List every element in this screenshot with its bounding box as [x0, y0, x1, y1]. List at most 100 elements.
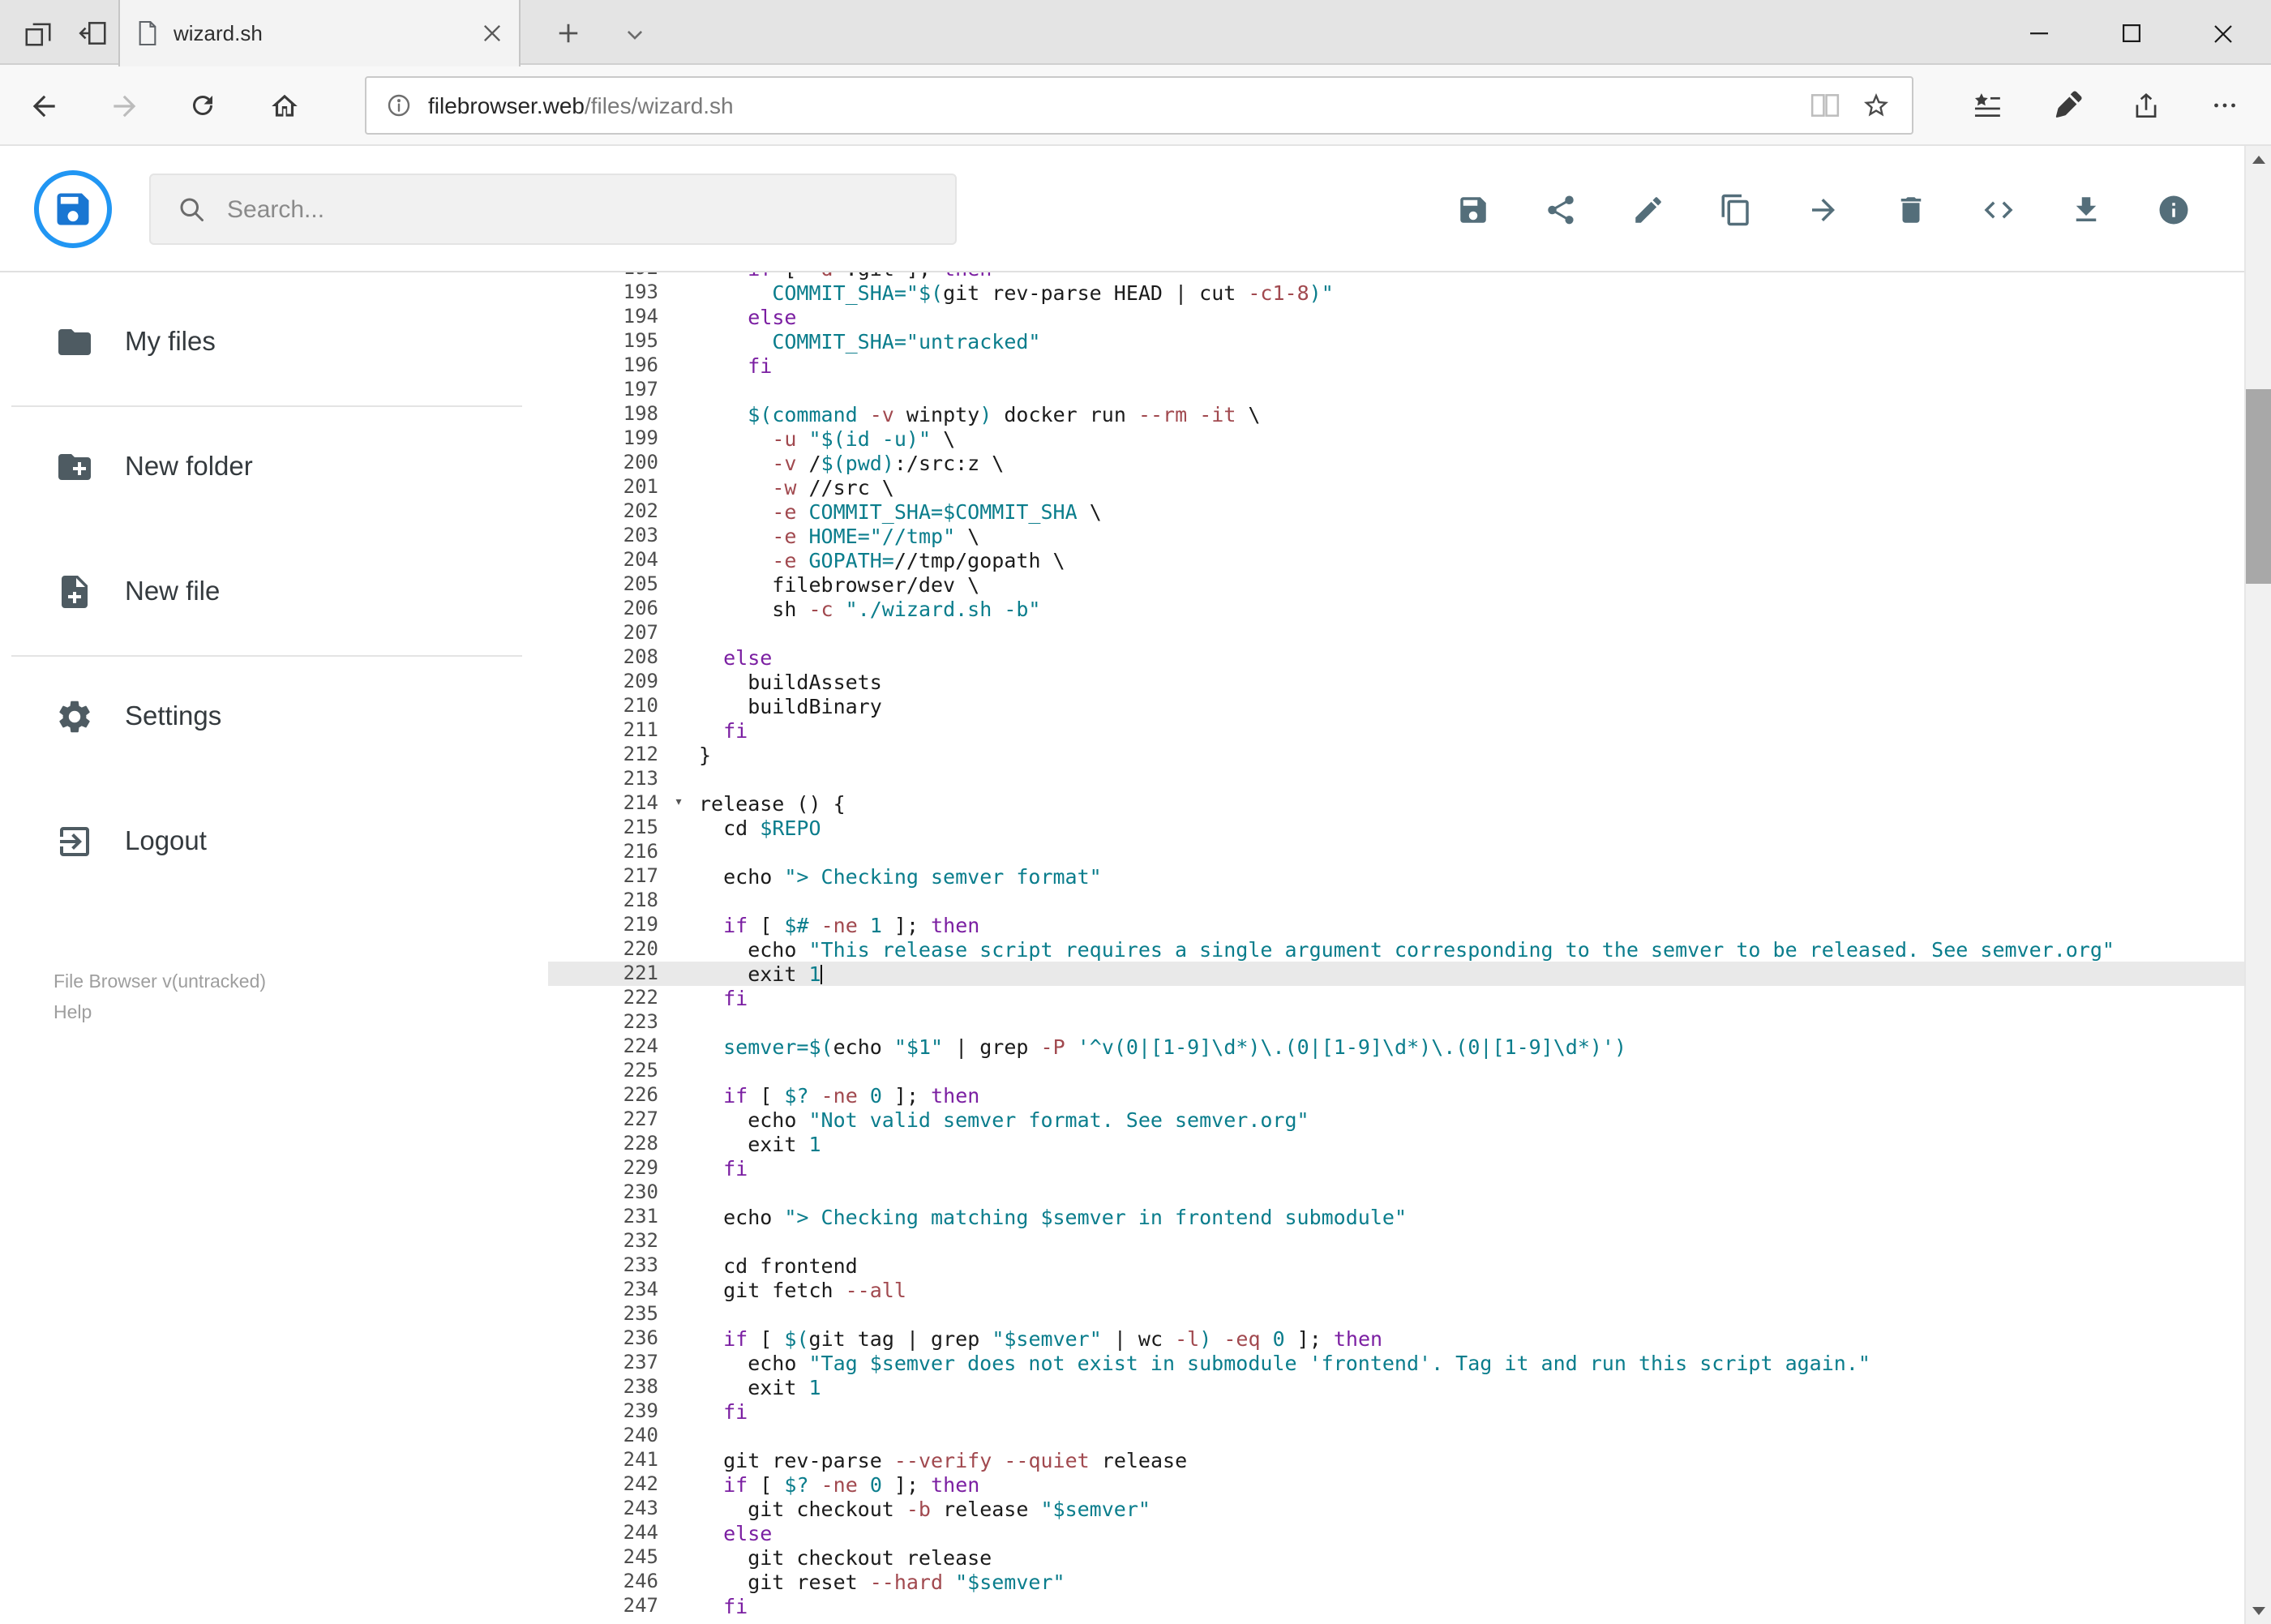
download-button[interactable]	[2069, 192, 2103, 226]
copy-button[interactable]	[1719, 192, 1753, 226]
code-line[interactable]: 204 -e GOPATH=//tmp/gopath \	[548, 548, 2243, 572]
forward-button[interactable]	[86, 65, 161, 146]
code-line[interactable]: 209 buildAssets	[548, 670, 2243, 694]
code-line[interactable]: 231 echo "> Checking matching $semver in…	[548, 1205, 2243, 1229]
tab-close-icon[interactable]	[480, 22, 503, 45]
move-button[interactable]	[1806, 192, 1840, 226]
code-line[interactable]: 246 git reset --hard "$semver"	[548, 1570, 2243, 1594]
code-line[interactable]: 207	[548, 621, 2243, 645]
sidebar-item-new-folder[interactable]: New folder	[0, 422, 535, 512]
code-line[interactable]: 234 git fetch --all	[548, 1278, 2243, 1302]
url-text[interactable]: filebrowser.web/files/wizard.sh	[428, 92, 1810, 118]
code-line[interactable]: 208 else	[548, 645, 2243, 670]
code-line[interactable]: 192 if [ -d .git ]; then	[548, 272, 2243, 281]
delete-button[interactable]	[1894, 192, 1928, 226]
code-line[interactable]: 197	[548, 378, 2243, 402]
code-line[interactable]: 225	[548, 1059, 2243, 1083]
code-editor[interactable]: 192 if [ -d .git ]; then193 COMMIT_SHA="…	[548, 272, 2243, 1624]
window-maximize-button[interactable]	[2085, 2, 2177, 65]
code-line[interactable]: 235	[548, 1302, 2243, 1326]
tabs-you-set-aside-button[interactable]	[19, 15, 55, 50]
home-button[interactable]	[246, 65, 321, 146]
scrollbar-up-arrow[interactable]	[2245, 146, 2271, 174]
sidebar-item-new-file[interactable]: New file	[0, 546, 535, 637]
sidebar-item-my-files[interactable]: My files	[0, 297, 535, 388]
code-line[interactable]: 236 if [ $(git tag | grep "$semver" | wc…	[548, 1326, 2243, 1351]
reading-view-icon[interactable]	[1810, 92, 1840, 118]
code-line[interactable]: 205 filebrowser/dev \	[548, 572, 2243, 597]
code-line[interactable]: 212}	[548, 743, 2243, 767]
back-button[interactable]	[6, 65, 81, 146]
more-options-button[interactable]	[2187, 65, 2262, 146]
code-view-button[interactable]	[1982, 192, 2016, 226]
rename-button[interactable]	[1631, 192, 1665, 226]
code-line[interactable]: 196 fi	[548, 354, 2243, 378]
code-line[interactable]: 239 fi	[548, 1399, 2243, 1424]
browser-tab[interactable]: wizard.sh	[118, 0, 521, 66]
fold-arrow-icon[interactable]	[658, 791, 699, 816]
code-line[interactable]: 223	[548, 1010, 2243, 1035]
code-line[interactable]: 232	[548, 1229, 2243, 1253]
info-button[interactable]	[2157, 192, 2191, 226]
code-line[interactable]: 226 if [ $? -ne 0 ]; then	[548, 1083, 2243, 1108]
page-scrollbar[interactable]	[2243, 146, 2271, 1624]
code-line[interactable]: 221 exit 1	[548, 962, 2243, 986]
code-line[interactable]: 217 echo "> Checking semver format"	[548, 864, 2243, 889]
search-input[interactable]	[227, 195, 955, 223]
code-line[interactable]: 241 git rev-parse --verify --quiet relea…	[548, 1448, 2243, 1472]
code-line[interactable]: 233 cd frontend	[548, 1253, 2243, 1278]
code-line[interactable]: 224 semver=$(echo "$1" | grep -P '^v(0|[…	[548, 1035, 2243, 1059]
favorites-hub-button[interactable]	[1949, 65, 2024, 146]
code-line[interactable]: 215 cd $REPO	[548, 816, 2243, 840]
code-line[interactable]: 247 fi	[548, 1594, 2243, 1618]
code-line[interactable]: 202 -e COMMIT_SHA=$COMMIT_SHA \	[548, 499, 2243, 524]
code-line[interactable]: 210 buildBinary	[548, 694, 2243, 718]
set-tabs-aside-button[interactable]	[75, 15, 110, 50]
code-line[interactable]: 218	[548, 889, 2243, 913]
sidebar-item-logout[interactable]: Logout	[0, 796, 535, 887]
code-line[interactable]: 200 -v /$(pwd):/src:z \	[548, 451, 2243, 475]
code-line[interactable]: 238 exit 1	[548, 1375, 2243, 1399]
sidebar-item-settings[interactable]: Settings	[0, 671, 535, 762]
save-button[interactable]	[1456, 192, 1490, 226]
code-line[interactable]: 206 sh -c "./wizard.sh -b"	[548, 597, 2243, 621]
new-tab-button[interactable]	[548, 13, 587, 52]
search-box[interactable]	[149, 174, 957, 245]
scrollbar-thumb[interactable]	[2245, 389, 2271, 584]
refresh-button[interactable]	[165, 65, 240, 146]
code-line[interactable]: 203 -e HOME="//tmp" \	[548, 524, 2243, 548]
code-line[interactable]: 228 exit 1	[548, 1132, 2243, 1156]
code-line[interactable]: 214 release () {	[548, 791, 2243, 816]
help-link[interactable]: Help	[54, 999, 266, 1030]
code-line[interactable]: 216	[548, 840, 2243, 864]
share-page-button[interactable]	[2108, 65, 2183, 146]
address-bar[interactable]: filebrowser.web/files/wizard.sh	[365, 76, 1913, 135]
code-line[interactable]: 198 $(command -v winpty) docker run --rm…	[548, 402, 2243, 426]
code-line[interactable]: 220 echo "This release script requires a…	[548, 937, 2243, 962]
code-line[interactable]: 193 COMMIT_SHA="$(git rev-parse HEAD | c…	[548, 281, 2243, 305]
code-line[interactable]: 219 if [ $# -ne 1 ]; then	[548, 913, 2243, 937]
code-line[interactable]: 237 echo "Tag $semver does not exist in …	[548, 1351, 2243, 1375]
code-line[interactable]: 222 fi	[548, 986, 2243, 1010]
code-line[interactable]: 194 else	[548, 305, 2243, 329]
code-line[interactable]: 245 git checkout release	[548, 1545, 2243, 1570]
code-line[interactable]: 211 fi	[548, 718, 2243, 743]
code-line[interactable]: 195 COMMIT_SHA="untracked"	[548, 329, 2243, 354]
window-close-button[interactable]	[2177, 2, 2269, 65]
code-line[interactable]: 242 if [ $? -ne 0 ]; then	[548, 1472, 2243, 1497]
site-info-icon[interactable]	[386, 92, 412, 118]
scrollbar-down-arrow[interactable]	[2245, 1596, 2271, 1624]
share-file-button[interactable]	[1544, 192, 1578, 226]
web-notes-button[interactable]	[2029, 65, 2103, 146]
code-line[interactable]: 243 git checkout -b release "$semver"	[548, 1497, 2243, 1521]
tab-list-chevron-button[interactable]	[619, 19, 649, 49]
favorite-star-icon[interactable]	[1862, 91, 1891, 120]
code-line[interactable]: 230	[548, 1181, 2243, 1205]
code-line[interactable]: 244 else	[548, 1521, 2243, 1545]
window-minimize-button[interactable]	[1992, 2, 2085, 65]
code-line[interactable]: 199 -u "$(id -u)" \	[548, 426, 2243, 451]
code-line[interactable]: 240	[548, 1424, 2243, 1448]
code-line[interactable]: 201 -w //src \	[548, 475, 2243, 499]
code-line[interactable]: 227 echo "Not valid semver format. See s…	[548, 1108, 2243, 1132]
code-line[interactable]: 213	[548, 767, 2243, 791]
